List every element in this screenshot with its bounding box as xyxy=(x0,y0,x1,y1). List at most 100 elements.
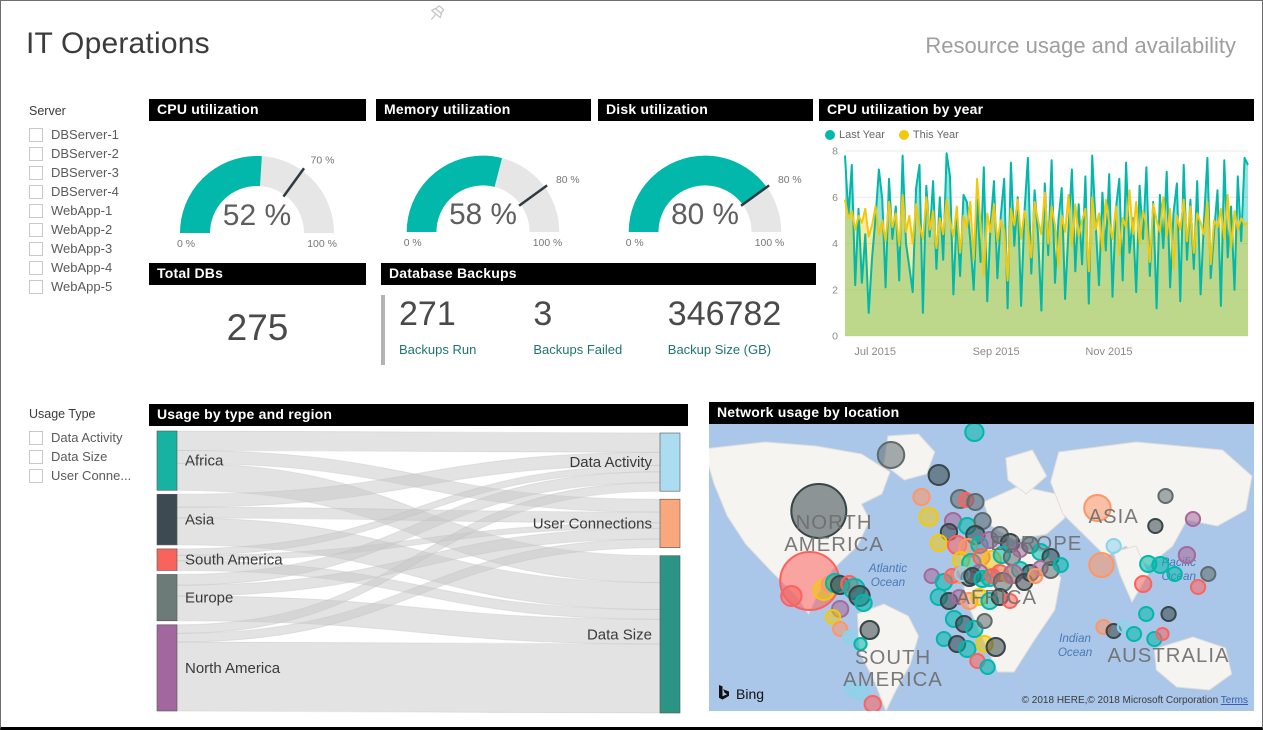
tile-cpu-by-year[interactable]: CPU utilization by year Last Year This Y… xyxy=(819,99,1254,365)
map-bubble[interactable] xyxy=(929,465,949,485)
svg-text:2: 2 xyxy=(832,284,838,296)
filter-option-server-6[interactable]: WebApp-3 xyxy=(29,239,147,258)
svg-text:80 %: 80 % xyxy=(778,175,802,186)
filter-option-usage_type-0[interactable]: Data Activity xyxy=(29,428,147,447)
map-bubble[interactable] xyxy=(987,638,1005,656)
svg-text:Jul 2015: Jul 2015 xyxy=(854,346,896,358)
map-bubble[interactable] xyxy=(1107,539,1121,553)
map-bubble[interactable] xyxy=(1201,567,1215,581)
checkbox-icon[interactable] xyxy=(29,128,43,142)
legend-item-last-year[interactable]: Last Year xyxy=(825,129,885,141)
map-bubble[interactable] xyxy=(865,696,881,711)
map-bubble[interactable] xyxy=(1028,569,1042,583)
filter-option-usage_type-1[interactable]: Data Size xyxy=(29,447,147,466)
svg-text:Europe: Europe xyxy=(185,590,233,607)
tile-usage-by-type-region[interactable]: Usage by type and region AfricaAsiaSouth… xyxy=(149,404,688,718)
tile-database-backups[interactable]: Database Backups 271 Backups Run 3 Backu… xyxy=(381,263,816,365)
sankey-link[interactable] xyxy=(177,642,660,713)
tile-memory-gauge[interactable]: Memory utilization 80 %58 %0 %100 % xyxy=(376,99,591,252)
filter-option-server-1[interactable]: DBServer-2 xyxy=(29,144,147,163)
backups-run-item: 271 Backups Run xyxy=(399,295,533,365)
filter-option-label: WebApp-2 xyxy=(51,222,112,237)
tile-network-usage-map-title: Network usage by location xyxy=(709,402,1254,424)
map-bubble[interactable] xyxy=(1161,607,1175,621)
backup-size-item: 346782 Backup Size (GB) xyxy=(668,295,816,365)
map-bubble[interactable] xyxy=(1158,489,1172,503)
map-bubble[interactable] xyxy=(967,494,983,510)
sankey-target-0[interactable] xyxy=(660,433,680,491)
map-bubble[interactable] xyxy=(1152,557,1168,573)
filter-option-server-8[interactable]: WebApp-5 xyxy=(29,277,147,296)
checkbox-icon[interactable] xyxy=(29,450,43,464)
map-bubble[interactable] xyxy=(1191,580,1205,594)
map-bubble[interactable] xyxy=(781,586,801,606)
map-bubble[interactable] xyxy=(980,660,994,674)
map-bubble[interactable] xyxy=(855,595,871,611)
sankey-source-2[interactable] xyxy=(157,549,177,571)
map-bubble[interactable] xyxy=(861,621,879,639)
map-bubble[interactable] xyxy=(1089,553,1113,577)
map-bubble[interactable] xyxy=(1186,512,1200,526)
map-terms-link[interactable]: Terms xyxy=(1221,695,1248,706)
map-bubble[interactable] xyxy=(1168,567,1182,581)
filter-option-server-0[interactable]: DBServer-1 xyxy=(29,125,147,144)
svg-text:70 %: 70 % xyxy=(310,154,334,166)
checkbox-icon[interactable] xyxy=(29,242,43,256)
legend-item-this-year[interactable]: This Year xyxy=(899,129,959,141)
svg-text:Asia: Asia xyxy=(185,512,215,529)
checkbox-icon[interactable] xyxy=(29,280,43,294)
bing-map[interactable]: AtlanticOceanPacificOceanIndianOceanNORT… xyxy=(709,424,1254,711)
svg-text:Sep 2015: Sep 2015 xyxy=(973,346,1020,358)
map-bubble[interactable] xyxy=(1135,576,1151,592)
svg-text:Data Activity: Data Activity xyxy=(569,454,652,471)
checkbox-icon[interactable] xyxy=(29,261,43,275)
page-subtitle: Resource usage and availability xyxy=(925,33,1236,59)
filter-option-server-2[interactable]: DBServer-3 xyxy=(29,163,147,182)
map-bubble[interactable] xyxy=(931,535,947,551)
checkbox-icon[interactable] xyxy=(29,431,43,445)
map-bubble[interactable] xyxy=(1148,519,1162,533)
map-bubble[interactable] xyxy=(977,614,991,628)
filter-option-server-3[interactable]: DBServer-4 xyxy=(29,182,147,201)
sankey-source-1[interactable] xyxy=(157,494,177,545)
svg-text:0 %: 0 % xyxy=(626,238,644,249)
map-bubble[interactable] xyxy=(1179,547,1195,563)
sankey-link[interactable] xyxy=(177,431,660,452)
tile-total-dbs[interactable]: Total DBs 275 xyxy=(149,263,366,349)
checkbox-icon[interactable] xyxy=(29,204,43,218)
map-bubble[interactable] xyxy=(919,508,937,526)
filter-option-server-4[interactable]: WebApp-1 xyxy=(29,201,147,220)
map-bubble[interactable] xyxy=(1156,628,1168,640)
map-canvas: AtlanticOceanPacificOceanIndianOceanNORT… xyxy=(709,424,1254,711)
tile-cpu-gauge[interactable]: CPU utilization 70 %52 %0 %100 % xyxy=(149,99,366,253)
sankey-target-2[interactable] xyxy=(660,556,680,713)
map-bubble[interactable] xyxy=(878,442,904,468)
sankey-source-0[interactable] xyxy=(157,431,177,490)
tile-disk-gauge[interactable]: Disk utilization 80 %80 %0 %100 % xyxy=(598,99,813,252)
sankey-source-4[interactable] xyxy=(157,625,177,711)
tile-network-usage-map[interactable]: Network usage by location AtlanticOceanP… xyxy=(709,402,1254,711)
svg-text:6: 6 xyxy=(832,192,838,204)
map-bubble[interactable] xyxy=(965,424,983,441)
checkbox-icon[interactable] xyxy=(29,223,43,237)
filter-option-server-5[interactable]: WebApp-2 xyxy=(29,220,147,239)
svg-text:52 %: 52 % xyxy=(223,199,291,232)
filter-option-usage_type-2[interactable]: User Conne... xyxy=(29,466,147,485)
backup-size-label: Backup Size (GB) xyxy=(668,342,816,357)
sankey-source-3[interactable] xyxy=(157,574,177,620)
svg-text:AUSTRALIA: AUSTRALIA xyxy=(1108,645,1230,667)
map-bubble[interactable] xyxy=(843,631,855,643)
map-bubble[interactable] xyxy=(1054,558,1068,572)
map-bubble[interactable] xyxy=(1127,627,1141,641)
map-bubble[interactable] xyxy=(1139,607,1153,621)
legend-dot-this-year xyxy=(899,130,909,140)
map-bubble[interactable] xyxy=(913,489,929,505)
filter-option-server-7[interactable]: WebApp-4 xyxy=(29,258,147,277)
filter-option-label: User Conne... xyxy=(51,468,131,483)
checkbox-icon[interactable] xyxy=(29,469,43,483)
checkbox-icon[interactable] xyxy=(29,185,43,199)
svg-text:80 %: 80 % xyxy=(556,175,580,186)
checkbox-icon[interactable] xyxy=(29,166,43,180)
checkbox-icon[interactable] xyxy=(29,147,43,161)
sankey-target-1[interactable] xyxy=(660,499,680,547)
